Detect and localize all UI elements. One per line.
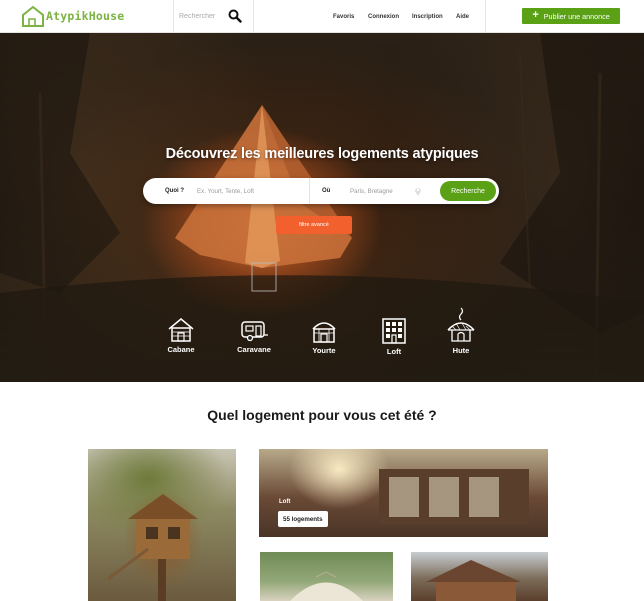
what-label: Quoi ?: [165, 188, 184, 194]
hero-title: Découvrez les meilleures logements atypi…: [165, 146, 479, 162]
search-divider: [309, 178, 310, 204]
loft-icon: [382, 318, 406, 344]
yurt-icon: [312, 322, 336, 343]
nav-favoris-link[interactable]: Favoris: [333, 14, 354, 20]
cabin-image: [426, 560, 521, 601]
loft-card[interactable]: Loft 55 logements: [259, 449, 548, 537]
cabin-icon: [168, 318, 194, 342]
treehouse-image: [107, 494, 198, 601]
section-title: Quel logement pour vous cet été ?: [207, 407, 437, 423]
nav-aide-link[interactable]: Aide: [456, 14, 469, 20]
category-label: Loft: [386, 347, 402, 356]
publish-listing-button[interactable]: + Publier une annonce: [522, 8, 620, 24]
nav-inscription-link[interactable]: Inscription: [412, 14, 443, 20]
search-icon[interactable]: [228, 9, 242, 23]
category-label: Caravane: [237, 345, 271, 354]
search-input[interactable]: [179, 13, 229, 20]
plus-icon: +: [532, 9, 539, 21]
yurt-image: [290, 571, 363, 601]
category-cabane[interactable]: Cabane: [151, 317, 211, 354]
what-input[interactable]: [197, 178, 302, 204]
hero-search-bar: Quoi ? Où Recherche: [143, 178, 499, 204]
top-navbar: AtypikHouse Favoris Connexion Inscriptio…: [0, 0, 644, 33]
nav-connexion-link[interactable]: Connexion: [368, 14, 399, 20]
publish-button-label: Publier une annonce: [543, 11, 610, 21]
yurt-card[interactable]: [260, 552, 393, 601]
logo[interactable]: AtypikHouse: [20, 4, 124, 28]
category-label: Hute: [452, 346, 470, 355]
category-loft[interactable]: Loft: [364, 317, 424, 356]
hut-icon: [447, 307, 475, 342]
card-category-label: Loft: [279, 499, 291, 505]
search-button[interactable]: Recherche: [440, 181, 496, 201]
nav-divider: [485, 0, 486, 33]
category-label: Yourte: [312, 346, 336, 355]
category-yourte[interactable]: Yourte: [294, 317, 354, 355]
caravan-icon: [241, 321, 268, 342]
category-label: Cabane: [167, 345, 195, 354]
hero-banner: Découvrez les meilleures logements atypi…: [0, 33, 644, 382]
logo-text: AtypikHouse: [46, 9, 125, 23]
advanced-filter-button[interactable]: filtre avancé: [276, 216, 352, 234]
cabin-card[interactable]: [411, 552, 548, 601]
header-search: [173, 0, 254, 33]
treehouse-card[interactable]: [88, 449, 236, 601]
location-pin-icon: [415, 188, 421, 196]
where-label: Où: [322, 188, 331, 194]
category-caravane[interactable]: Caravane: [224, 318, 284, 354]
listing-count-badge: 55 logements: [278, 511, 328, 527]
where-input[interactable]: [350, 178, 410, 204]
category-hute[interactable]: Hute: [431, 306, 491, 355]
